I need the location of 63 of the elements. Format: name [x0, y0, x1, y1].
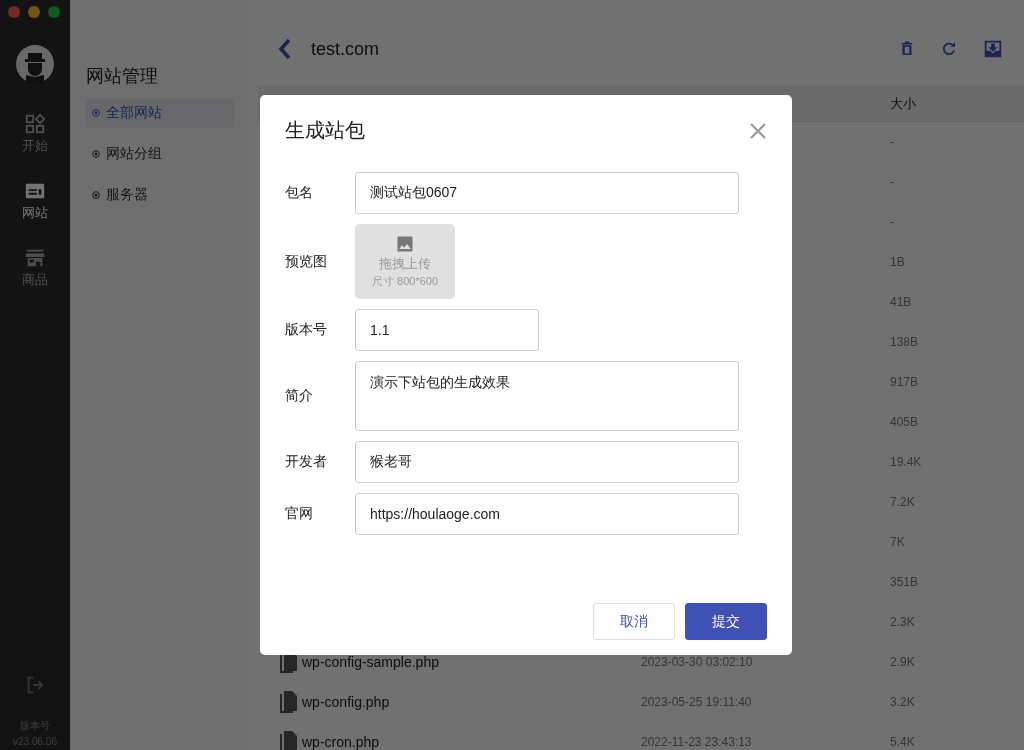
field-label: 包名	[285, 184, 314, 202]
grid-icon	[24, 113, 46, 135]
table-cell-text: 351B	[890, 575, 920, 589]
table-cell-text: 917B	[890, 375, 920, 389]
menu-item[interactable]: 服务器	[86, 180, 234, 210]
refresh-icon[interactable]	[940, 40, 958, 58]
page-title: test.com	[311, 38, 381, 60]
field-label: 版本号	[285, 321, 328, 339]
table-cell-text: -	[890, 175, 895, 189]
back-icon[interactable]	[277, 38, 293, 60]
table-cell-text: 3.2K	[890, 695, 916, 709]
table-cell-text: 2.9K	[890, 655, 916, 669]
cancel-button[interactable]: 取消	[593, 603, 675, 640]
field-label: 预览图	[285, 252, 328, 271]
nav-item[interactable]: 网站	[22, 180, 48, 222]
minimize-window-button[interactable]	[28, 6, 40, 18]
table-cell-text: -	[890, 135, 895, 149]
text-field[interactable]: 1.1	[355, 309, 539, 351]
close-icon[interactable]	[749, 121, 767, 140]
image-icon	[395, 234, 415, 254]
table-cell-text: -	[890, 215, 895, 229]
table-cell-text: 138B	[890, 335, 920, 349]
text-field[interactable]: 测试站包0607	[355, 172, 739, 214]
table-cell-text: 5.4K	[890, 735, 916, 749]
avatar-icon[interactable]	[16, 45, 54, 83]
radio-dot-icon	[92, 191, 100, 199]
textarea-field[interactable]: 演示下站包的生成效果	[355, 361, 739, 431]
file-name[interactable]: wp-cron.php	[302, 734, 641, 750]
section-title: 网站管理	[86, 65, 159, 88]
zoom-window-button[interactable]	[48, 6, 60, 18]
file-icon	[278, 731, 298, 750]
field-label: 简介	[285, 387, 314, 405]
close-window-button[interactable]	[8, 6, 20, 18]
field-label: 开发者	[285, 453, 328, 471]
table-cell-text: 41B	[890, 295, 913, 309]
table-cell-text: 7K	[890, 535, 906, 549]
table-cell-text: 2023-03-30 03:02:10	[641, 655, 754, 669]
size-hint: 尺寸 800*600	[371, 274, 438, 289]
table-cell-text: 2022-11-23 23:43:13	[641, 735, 753, 749]
nav-item[interactable]: 开始	[22, 113, 48, 155]
radio-dot-icon	[92, 150, 100, 158]
table-cell-text: 2.3K	[890, 615, 916, 629]
table-cell-text: 2023-05-25 19:11:40	[641, 695, 753, 709]
column-header: 大小	[890, 94, 917, 113]
table-cell-text: 7.2K	[890, 495, 916, 509]
file-name[interactable]: wp-config-sample.php	[302, 654, 641, 670]
text-field[interactable]: https://houlaoge.com	[355, 493, 739, 535]
menu-item[interactable]: 全部网站	[86, 98, 234, 128]
upload-dropzone[interactable]: 拖拽上传 尺寸 800*600	[355, 224, 455, 299]
table-cell-text: 1B	[890, 255, 906, 269]
upload-hint: 拖拽上传	[379, 255, 431, 273]
file-icon	[278, 691, 298, 713]
download-icon[interactable]	[982, 38, 1004, 60]
text-field[interactable]: 猴老哥	[355, 441, 739, 483]
table-cell-text: 19.4K	[890, 455, 923, 469]
radio-dot-icon	[92, 109, 100, 117]
file-name[interactable]: wp-config.php	[302, 694, 641, 710]
menu-item[interactable]: 网站分组	[86, 139, 234, 169]
submit-button[interactable]: 提交	[685, 603, 767, 640]
dialog-title: 生成站包	[285, 118, 365, 143]
store-icon	[24, 247, 46, 269]
table-cell-text: 405B	[890, 415, 920, 429]
field-label: 官网	[285, 505, 314, 523]
